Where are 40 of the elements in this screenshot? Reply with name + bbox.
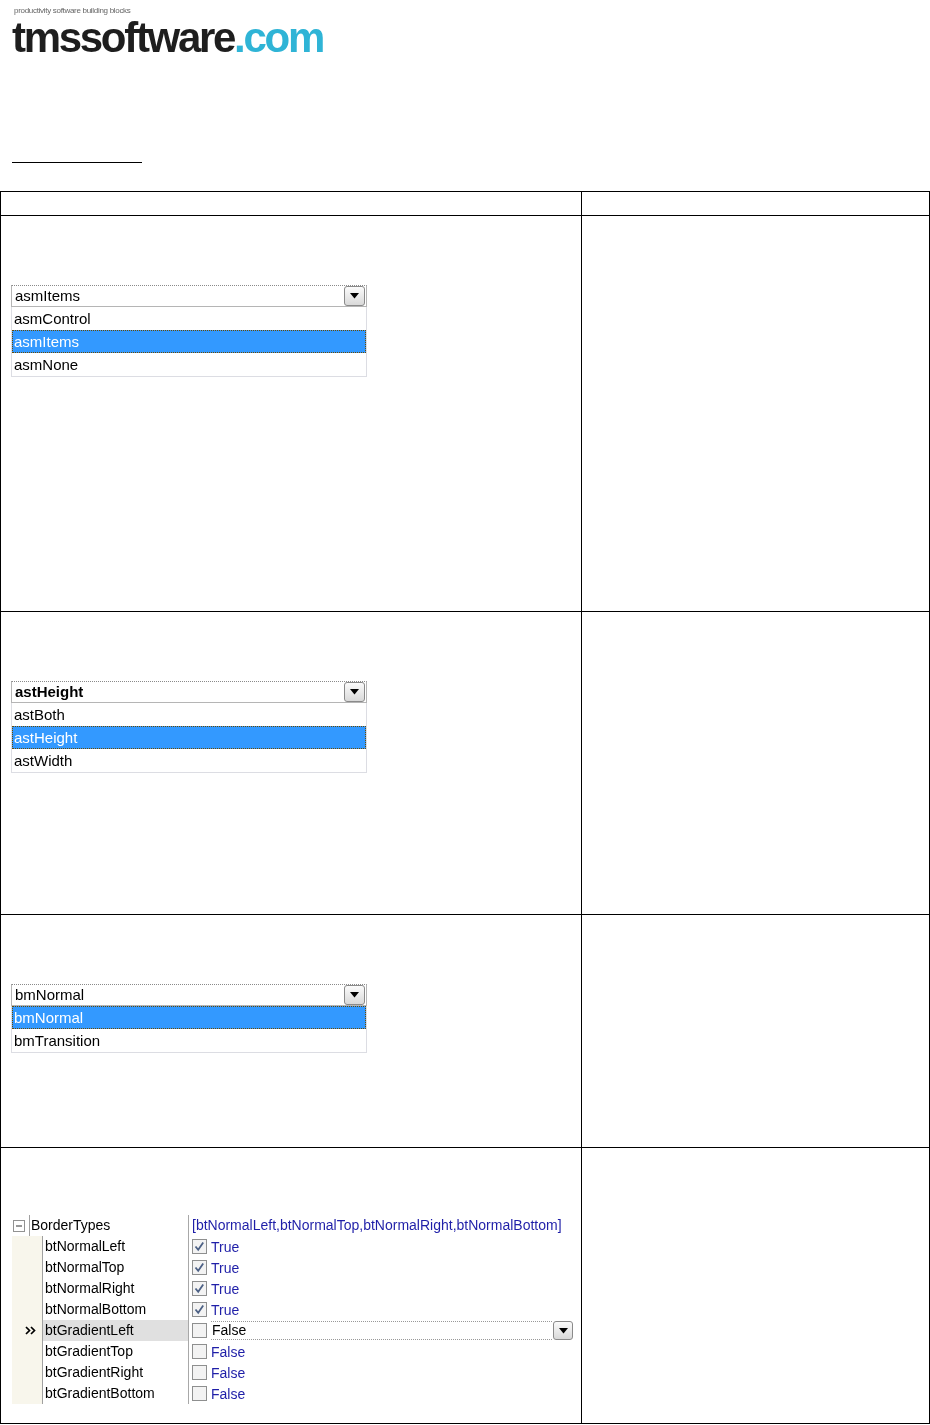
caret-icon bbox=[350, 992, 359, 998]
dropdown-button[interactable] bbox=[344, 286, 365, 306]
checkbox[interactable] bbox=[192, 1302, 207, 1317]
property-value: True bbox=[211, 1280, 240, 1297]
property-value: True bbox=[211, 1259, 240, 1276]
collapse-icon[interactable] bbox=[13, 1219, 25, 1232]
dropdown-button[interactable] bbox=[344, 682, 365, 702]
list-option[interactable]: bmTransition bbox=[12, 1029, 366, 1052]
property-name[interactable]: btGradientLeft bbox=[42, 1320, 188, 1341]
value-field[interactable]: False bbox=[211, 1321, 552, 1340]
property-value: False bbox=[211, 1343, 246, 1360]
caret-icon bbox=[558, 1327, 568, 1334]
list-option[interactable]: astWidth bbox=[12, 749, 366, 772]
logo-wordmark: tmssoftware.com bbox=[12, 18, 323, 58]
checkbox[interactable] bbox=[192, 1344, 207, 1359]
caret-icon bbox=[350, 293, 359, 299]
property-value: True bbox=[211, 1301, 240, 1318]
checkbox[interactable] bbox=[192, 1281, 207, 1296]
checkbox[interactable] bbox=[192, 1365, 207, 1380]
dropdown-button[interactable] bbox=[344, 985, 365, 1005]
combo-box[interactable]: astHeight bbox=[11, 681, 367, 703]
checkbox[interactable] bbox=[192, 1386, 207, 1401]
caret-icon bbox=[350, 689, 359, 695]
property-value: False bbox=[211, 1385, 246, 1402]
list-option[interactable]: asmNone bbox=[12, 353, 366, 376]
checkbox[interactable] bbox=[192, 1239, 207, 1254]
row-pointer-icon bbox=[25, 1326, 36, 1335]
checkbox[interactable] bbox=[192, 1260, 207, 1275]
list-option[interactable]: asmControl bbox=[12, 307, 366, 330]
property-value: False bbox=[211, 1364, 246, 1381]
property-value: [btNormalLeft,btNormalTop,btNormalRight,btNormalBottom] bbox=[191, 1216, 562, 1235]
combo-box[interactable]: bmNormal bbox=[11, 984, 367, 1006]
checkbox[interactable] bbox=[192, 1323, 207, 1338]
logo-tagline: productivity software building blocks bbox=[14, 6, 131, 16]
property-value: True bbox=[211, 1238, 240, 1255]
list-option[interactable]: astBoth bbox=[12, 703, 366, 726]
row-header bbox=[12, 1236, 42, 1257]
dropdown-button[interactable] bbox=[553, 1321, 573, 1340]
combo-box[interactable]: asmItems bbox=[11, 285, 367, 307]
row-header bbox=[12, 1383, 42, 1404]
